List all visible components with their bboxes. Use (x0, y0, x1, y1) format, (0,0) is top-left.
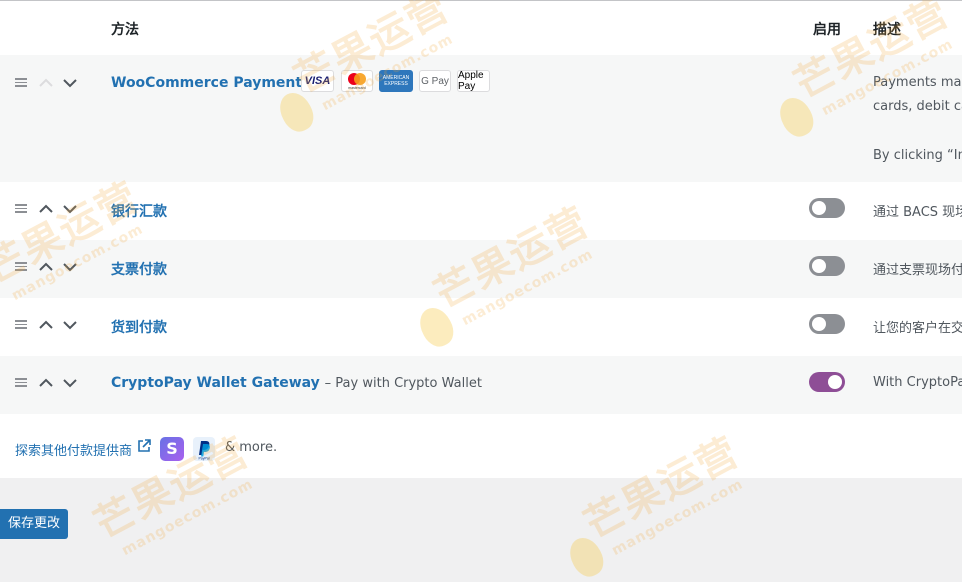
chevron-up-icon[interactable] (38, 375, 54, 391)
method-name-woocommerce-payments[interactable]: WooCommerce Payments (111, 75, 310, 91)
drag-handle-icon[interactable] (15, 378, 27, 387)
method-name-bank-transfer[interactable]: 银行汇款 (111, 201, 167, 221)
chevron-down-icon[interactable] (62, 375, 78, 391)
enable-toggle[interactable] (809, 372, 845, 392)
mastercard-logo-text: mastercard (348, 86, 366, 90)
chevron-down-icon[interactable] (62, 75, 78, 91)
enable-toggle[interactable] (809, 314, 845, 334)
more-providers-text: & more. (225, 440, 278, 455)
paypal-logo-text: PayPal (198, 457, 209, 461)
payment-methods-table: 方法 启用 描述 WooCommerce Payments Payments m… (0, 0, 962, 478)
google-pay-logo: G Pay (419, 70, 451, 92)
amex-logo: AMERICAN EXPRESS (379, 70, 413, 92)
chevron-up-icon[interactable] (38, 75, 54, 91)
table-header: 方法 启用 描述 (0, 1, 962, 56)
method-description-line: cards, debit ca (873, 99, 962, 114)
table-row: CryptoPay Wallet Gateway – Pay with Cryp… (0, 356, 962, 414)
chevron-up-icon[interactable] (38, 317, 54, 333)
method-description: 让您的客户在交 (873, 321, 962, 336)
chevron-up-icon[interactable] (38, 259, 54, 275)
method-description: 通过 BACS 现场 (873, 205, 962, 220)
chevron-down-icon[interactable] (62, 201, 78, 217)
header-description: 描述 (873, 22, 901, 38)
chevron-up-icon[interactable] (38, 201, 54, 217)
method-name-cash-on-delivery[interactable]: 货到付款 (111, 317, 167, 337)
stripe-logo: S (160, 437, 184, 461)
watermark-url: mangoecom.com (119, 476, 257, 560)
drag-handle-icon[interactable] (15, 78, 27, 87)
apple-pay-logo: Apple Pay (457, 70, 490, 92)
method-name-label: CryptoPay Wallet Gateway (111, 375, 320, 391)
method-description-line: Payments mad (873, 75, 962, 90)
method-subtitle: – Pay with Crypto Wallet (324, 376, 482, 391)
watermark-url: mangoecom.com (609, 476, 747, 560)
save-changes-button[interactable]: 保存更改 (0, 509, 68, 539)
paypal-logo: PayPal (193, 437, 215, 461)
header-method: 方法 (111, 22, 139, 38)
row-controls (15, 259, 81, 275)
row-controls (15, 201, 81, 217)
external-link-icon[interactable] (137, 439, 151, 453)
chevron-down-icon[interactable] (62, 317, 78, 333)
table-footer: 探索其他付款提供商 S PayPal & more. (0, 415, 962, 478)
method-description: With CryptoPa (873, 375, 962, 390)
row-controls (15, 375, 81, 391)
mango-icon (563, 532, 610, 582)
row-controls (15, 75, 81, 91)
method-description: 通过支票现场付 (873, 263, 962, 278)
enable-toggle[interactable] (809, 256, 845, 276)
mastercard-logo: mastercard (341, 70, 373, 92)
drag-handle-icon[interactable] (15, 204, 27, 213)
visa-logo: VISA (301, 70, 334, 92)
drag-handle-icon[interactable] (15, 320, 27, 329)
method-name-check-payment[interactable]: 支票付款 (111, 259, 167, 279)
table-row: 支票付款 通过支票现场付 (0, 240, 962, 298)
chevron-down-icon[interactable] (62, 259, 78, 275)
table-row: 货到付款 让您的客户在交 (0, 298, 962, 356)
method-description-line: By clicking “Ins (873, 148, 962, 163)
enable-toggle[interactable] (809, 198, 845, 218)
row-controls (15, 317, 81, 333)
drag-handle-icon[interactable] (15, 262, 27, 271)
header-enabled: 启用 (813, 22, 841, 38)
explore-providers-link[interactable]: 探索其他付款提供商 (15, 440, 132, 459)
method-name-cryptopay[interactable]: CryptoPay Wallet Gateway – Pay with Cryp… (111, 375, 482, 391)
table-row: 银行汇款 通过 BACS 现场 (0, 182, 962, 240)
